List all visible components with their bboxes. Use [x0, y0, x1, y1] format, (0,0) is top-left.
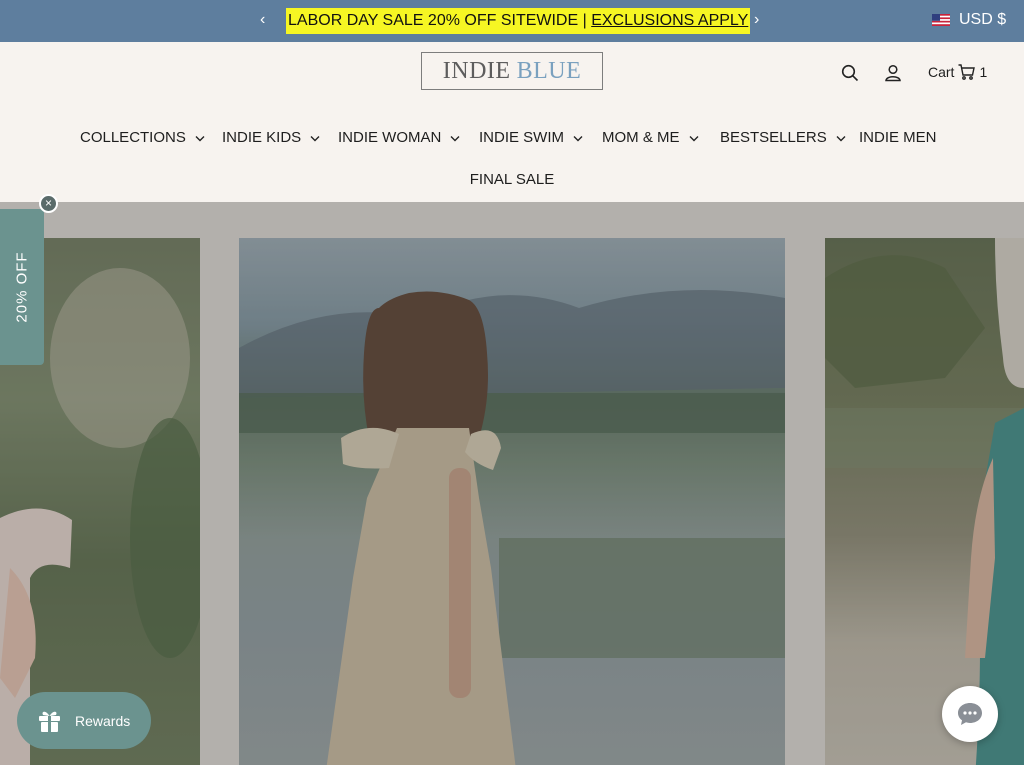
chevron-down-icon — [689, 135, 698, 141]
nav-item-label: INDIE SWIM — [479, 129, 564, 146]
nav-item-final-sale[interactable]: FINAL SALE — [470, 171, 554, 188]
hero-image-right[interactable] — [825, 238, 1024, 765]
announcement-message: LABOR DAY SALE 20% OFF SITEWIDE | EXCLUS… — [286, 8, 751, 34]
rewards-button[interactable]: Rewards — [17, 692, 151, 749]
main-nav: COLLECTIONS INDIE KIDS INDIE WOMAN INDIE… — [0, 129, 1024, 149]
us-flag-icon — [932, 14, 950, 26]
discount-tab-label: 20% OFF — [13, 251, 31, 323]
hero-slideshow — [0, 202, 1024, 765]
nav-item-label: MOM & ME — [602, 129, 680, 146]
currency-selector[interactable]: USD $ — [932, 11, 1006, 29]
user-icon[interactable] — [884, 64, 902, 82]
announcement-next-button[interactable]: › — [754, 11, 759, 29]
chat-button[interactable] — [942, 686, 998, 742]
rewards-label: Rewards — [75, 712, 131, 729]
cart-count: 1 — [979, 64, 988, 80]
logo-word-1: INDIE — [442, 57, 511, 84]
search-icon[interactable] — [841, 64, 859, 82]
cart-label: Cart — [928, 64, 955, 80]
chevron-down-icon — [836, 135, 846, 141]
site-header: INDIE BLUE Cart 1 COLLECTIONS INDIE KIDS… — [0, 42, 1024, 202]
gift-icon — [39, 711, 60, 732]
close-icon[interactable]: × — [39, 194, 58, 213]
nav-item-label: INDIE KIDS — [222, 129, 302, 146]
nav-item-bestsellers[interactable]: BESTSELLERS — [720, 129, 846, 147]
nav-item-label: BESTSELLERS — [720, 129, 827, 146]
nav-item-indie-woman[interactable]: INDIE WOMAN — [338, 129, 460, 147]
girl-by-lake-image — [239, 290, 785, 765]
hero-image-center[interactable] — [239, 238, 785, 765]
cart-button[interactable]: Cart 1 — [928, 64, 987, 80]
nav-item-indie-swim[interactable]: INDIE SWIM — [479, 129, 583, 147]
chevron-down-icon — [195, 135, 205, 141]
nav-row-2: FINAL SALE — [0, 171, 1024, 189]
site-logo[interactable]: INDIE BLUE — [421, 52, 603, 90]
nav-item-label: INDIE MEN — [859, 129, 937, 146]
currency-label: USD $ — [959, 11, 1007, 28]
nav-item-collections[interactable]: COLLECTIONS — [80, 129, 205, 147]
announcement-text: LABOR DAY SALE 20% OFF SITEWIDE | — [288, 12, 592, 29]
announcement-bar: ‹ LABOR DAY SALE 20% OFF SITEWIDE | EXCL… — [0, 0, 1024, 42]
chat-bubble-icon — [958, 703, 982, 725]
announcement-prev-button[interactable]: ‹ — [260, 11, 265, 29]
nav-item-indie-men[interactable]: INDIE MEN — [859, 129, 937, 147]
discount-side-tab[interactable]: 20% OFF — [0, 209, 44, 365]
chevron-down-icon — [573, 135, 583, 141]
nav-item-indie-kids[interactable]: INDIE KIDS — [222, 129, 320, 147]
chevron-down-icon — [450, 135, 460, 141]
cart-icon — [958, 64, 976, 80]
girl-in-teal-dress-image — [825, 238, 1024, 765]
nav-item-label: COLLECTIONS — [80, 129, 186, 146]
nav-item-mom-and-me[interactable]: MOM & ME — [602, 129, 699, 147]
logo-word-2: BLUE — [516, 57, 582, 84]
chevron-down-icon — [310, 135, 320, 141]
exclusions-link[interactable]: EXCLUSIONS APPLY — [591, 12, 748, 29]
nav-item-label: INDIE WOMAN — [338, 129, 442, 146]
